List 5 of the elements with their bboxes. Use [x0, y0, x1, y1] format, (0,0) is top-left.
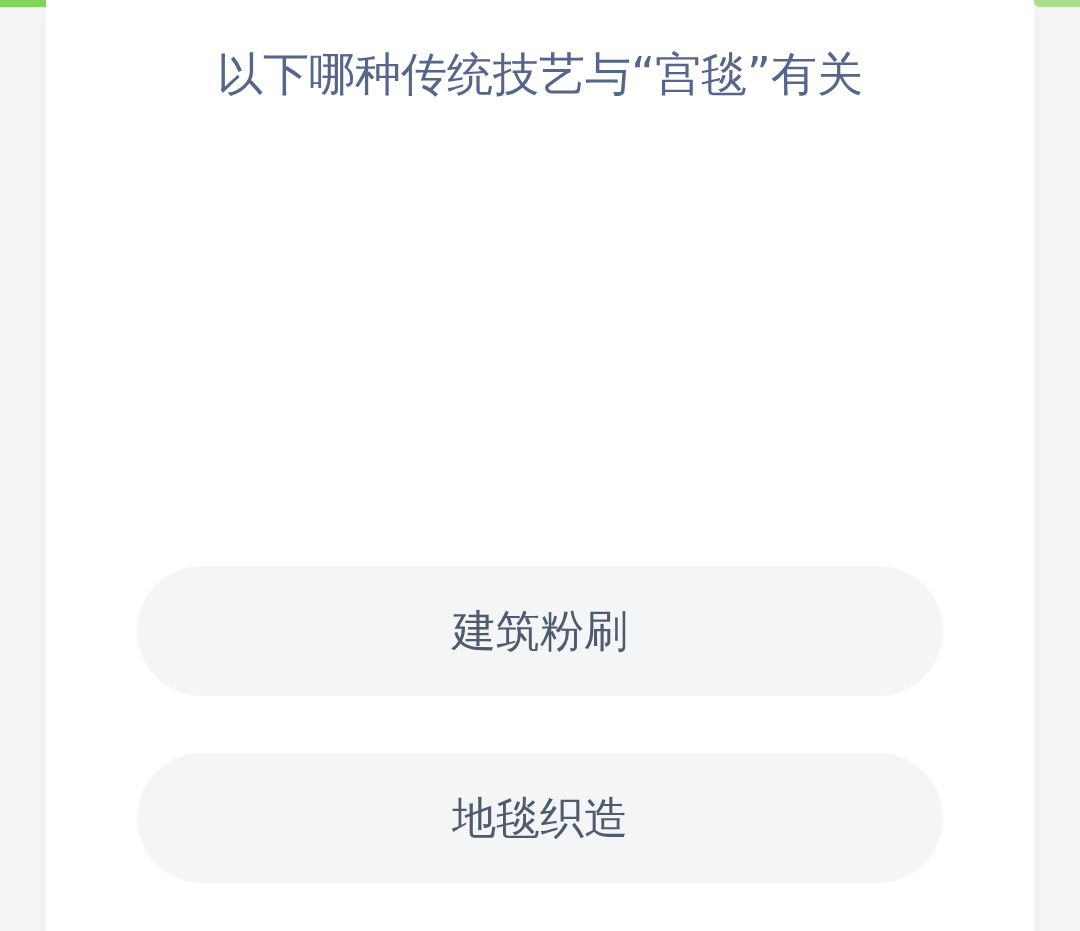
answer-option[interactable]: 地毯织造	[137, 753, 943, 883]
question-text: 以下哪种传统技艺与“宫毯”有关	[217, 46, 863, 103]
header-strip	[0, 0, 46, 7]
answer-option[interactable]: 建筑粉刷	[137, 566, 943, 696]
corner-decoration	[1034, 0, 1080, 7]
